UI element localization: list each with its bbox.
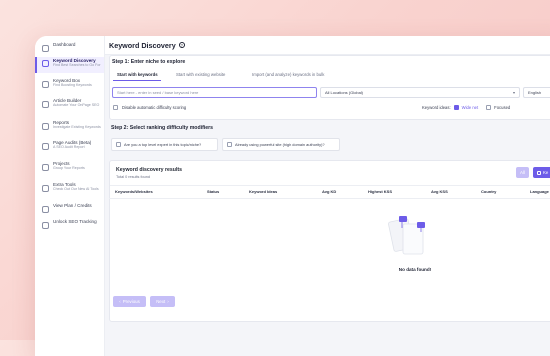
col-avg-kd[interactable]: Avg KD [322, 189, 336, 194]
col-language[interactable]: Language [530, 189, 549, 194]
folder-icon [42, 164, 49, 171]
focused-checkbox[interactable] [486, 105, 492, 110]
all-button[interactable]: All [516, 167, 529, 178]
auto-difficulty-checkbox[interactable] [113, 105, 118, 110]
sidebar-item-sub: Automate Your OnPage SEO [53, 103, 100, 108]
auto-difficulty-option[interactable]: Disable automatic difficulty scoring [113, 105, 186, 110]
sidebar-item-keyword-box[interactable]: Keyword Box Find Boosting Keywords [35, 78, 104, 96]
sidebar-item-label: Dashboard [53, 42, 76, 47]
sidebar-item-keyword-discovery[interactable]: Keyword Discovery Find Best Searches to G… [35, 57, 104, 73]
expert-checkbox[interactable] [116, 142, 121, 147]
authority-label: Already using powerful site (high domain… [235, 142, 325, 147]
sidebar-item-sub: Check Out Our New AI Tools [53, 187, 99, 192]
tab-import-bulk[interactable]: Import (and analyze) keywords in bulk [252, 72, 324, 77]
dashboard-icon [42, 45, 49, 52]
col-highest-kss[interactable]: Highest KSS [368, 189, 392, 194]
language-value: English [528, 90, 542, 95]
chevron-down-icon: ▾ [512, 90, 515, 95]
keyword-input[interactable]: Start here - enter in seed / base keywor… [112, 87, 317, 98]
next-button[interactable]: Next › [150, 296, 175, 307]
results-subtitle: Total 0 results found [116, 175, 150, 179]
results-title: Keyword discovery results [116, 167, 183, 173]
sidebar-item-sub: A SEO Audit Report [53, 145, 85, 150]
step1-title: Step 1: Enter niche to explore [112, 59, 186, 65]
expert-label: Are you a top level expert in this topic… [124, 142, 202, 147]
app-window: Dashboard Keyword Discovery Find Best Sea… [35, 36, 550, 356]
active-tab-indicator [113, 80, 161, 81]
tools-icon [42, 185, 49, 192]
sidebar-item-label: Unlock SEO Tracking [53, 219, 97, 224]
col-status[interactable]: Status [207, 189, 219, 194]
authority-option[interactable]: Already using powerful site (high domain… [222, 138, 340, 151]
col-keyword-ideas[interactable]: Keyword Ideas [249, 189, 277, 194]
expert-option[interactable]: Are you a top level expert in this topic… [111, 138, 218, 151]
lock-icon [42, 222, 49, 229]
empty-state-text: No data found! [398, 267, 432, 272]
location-value: All Locations (Global) [325, 90, 364, 95]
sidebar-item-label: View Plan / Credits [53, 203, 92, 208]
step2-title: Step 2: Select ranking difficulty modifi… [111, 125, 214, 131]
help-icon[interactable]: ? [178, 42, 185, 48]
tab-start-with-website[interactable]: Start with existing website [176, 72, 225, 77]
auto-difficulty-label: Disable automatic difficulty scoring [122, 105, 187, 110]
sidebar-item-unlock-seo[interactable]: Unlock SEO Tracking [35, 219, 104, 237]
search-icon [42, 60, 49, 67]
sidebar: Dashboard Keyword Discovery Find Best Sea… [35, 36, 105, 356]
sidebar-item-sub: Find Boosting Keywords [53, 83, 92, 88]
sidebar-item-reports[interactable]: Reports Investigate Existing Keywords [35, 120, 104, 138]
wide-net-label: Wide net [461, 105, 479, 110]
sidebar-item-sub: Investigate Existing Keywords [53, 125, 101, 130]
sidebar-item-projects[interactable]: Projects Group Your Reports [35, 161, 104, 179]
sidebar-item-page-audits[interactable]: Page Audits (Beta) A SEO Audit Report [35, 140, 104, 158]
keyword-ideas-label: Keyword ideas: [422, 105, 451, 110]
chevron-left-icon: ‹ [119, 299, 121, 304]
keyword-action-label: Ke [543, 170, 549, 175]
col-country[interactable]: Country [481, 189, 496, 194]
page-title: Keyword Discovery [109, 40, 176, 50]
sidebar-item-article-builder[interactable]: Article Builder Automate Your OnPage SEO [35, 98, 104, 116]
location-select[interactable]: All Locations (Global) ▾ [320, 87, 520, 98]
results-card: Keyword discovery results Total 0 result… [109, 160, 550, 322]
previous-label: Previous [122, 299, 140, 304]
audit-icon [42, 143, 49, 150]
main-content: Keyword Discovery ? Step 1: Enter niche … [105, 36, 550, 356]
sidebar-item-extra-tools[interactable]: Extra Tools Check Out Our New AI Tools [35, 182, 104, 200]
next-label: Next [156, 299, 166, 304]
language-select[interactable]: English [523, 87, 550, 98]
authority-checkbox[interactable] [227, 142, 232, 147]
tab-start-with-keywords[interactable]: Start with keywords [117, 72, 158, 77]
action-icon [537, 170, 541, 175]
report-icon [42, 123, 49, 130]
col-keywords[interactable]: Keywords/Websites [115, 189, 153, 194]
sidebar-item-sub: Find Best Searches to Go For [53, 63, 101, 68]
sidebar-item-sub: Group Your Reports [53, 166, 85, 171]
empty-state-illustration [385, 214, 435, 264]
focused-label: Focused [494, 105, 511, 110]
keyword-ideas-options: Keyword ideas: Wide net Focused [422, 105, 510, 110]
wide-net-checkbox[interactable] [453, 105, 459, 110]
box-icon [42, 81, 49, 88]
top-bar: Keyword Discovery ? [105, 36, 550, 55]
table-header: Keywords/Websites Status Keyword Ideas A… [109, 186, 550, 199]
credit-card-icon [42, 206, 49, 213]
chevron-right-icon: › [167, 299, 169, 304]
step1-card: Step 1: Enter niche to explore Start wit… [109, 55, 550, 120]
document-icon [42, 101, 49, 108]
previous-button[interactable]: ‹ Previous [113, 296, 146, 307]
keyword-action-button[interactable]: Ke [533, 167, 550, 178]
col-avg-kss[interactable]: Avg KSS [431, 189, 448, 194]
